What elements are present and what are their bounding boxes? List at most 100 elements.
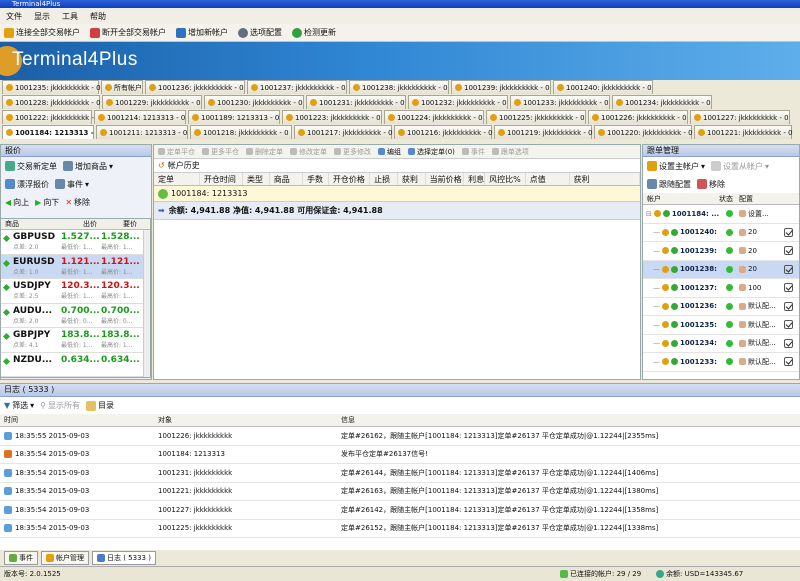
follow-enabled-checkbox[interactable] — [781, 227, 795, 237]
log-row[interactable]: 18:35:54 2015-09-03 1001221: jkkkkkkkkk 定单… — [0, 483, 800, 501]
account-tab[interactable]: 1001228: jkkkkkkkkk - 0 — [2, 95, 101, 109]
account-tab[interactable]: 1001224: jkkkkkkkkk - 0 — [384, 110, 484, 124]
orders-toolbar-item[interactable]: 选择定单(0) — [408, 147, 455, 157]
orders-column-header[interactable]: 利息 — [464, 173, 486, 185]
quote-row[interactable]: GBPUSD 点差: 2.0 1.527... 最低价: 1... 1.528... 最高… — [1, 230, 150, 255]
orders-toolbar-item[interactable]: 定单平仓 — [158, 147, 195, 157]
follow-remove-button[interactable]: 移除 — [697, 179, 725, 190]
follow-account-row[interactable]: —1001234: ... 默认配... — [643, 335, 799, 353]
follow-enabled-checkbox[interactable] — [781, 320, 795, 330]
account-tab[interactable]: 1001223: jkkkkkkkkk - 0 — [282, 110, 382, 124]
account-tab[interactable]: 1001235: jkkkkkkkkk - 0 — [2, 80, 101, 94]
remove-symbol-button[interactable]: ✕ 移除 — [65, 197, 90, 208]
orders-column-header[interactable]: 商品 — [270, 173, 303, 185]
account-tab[interactable]: 1001184: 1213313 - 0 — [2, 125, 101, 139]
orders-toolbar-item[interactable]: 修改定单 — [290, 147, 327, 157]
account-tab[interactable]: 1001217: jkkkkkkkkk - 0 — [294, 125, 393, 139]
orders-toolbar-item[interactable]: 删除定单 — [246, 147, 283, 157]
account-tab[interactable]: 1001222: jkkkkkkkkk - 0 — [2, 110, 101, 124]
move-up-button[interactable]: ◀ 向上 — [5, 197, 29, 208]
tab-log[interactable]: 日志 ( 5333 ) — [92, 551, 156, 565]
account-tab[interactable]: 1001225: jkkkkkkkkk - 0 — [486, 110, 586, 124]
follow-config[interactable]: 设置... — [739, 209, 781, 219]
account-tab[interactable]: 1001234: jkkkkkkkkk - 0 — [612, 95, 712, 109]
folder-button[interactable]: 目录 — [86, 400, 114, 411]
quote-scrollbar[interactable] — [143, 230, 150, 377]
tab-events[interactable]: 事件 — [4, 551, 38, 565]
add-symbol-button[interactable]: 增加商品 ▾ — [63, 161, 113, 172]
orders-toolbar-item[interactable]: 更多修改 — [334, 147, 371, 157]
quote-row[interactable]: GBPJPY 点差: 4.1 183.8... 最低价: 1... 183.8... 最高… — [1, 328, 150, 353]
account-tab[interactable]: 1001211: 1213313 - 0 — [96, 125, 188, 139]
check-update-button[interactable]: 检测更新 — [292, 27, 336, 38]
follow-enabled-checkbox[interactable] — [781, 301, 795, 311]
log-row[interactable]: 18:35:55 2015-09-03 1001226: jkkkkkkkkk 定单… — [0, 427, 800, 446]
account-tab[interactable]: 1001227: jkkkkkkkkk - 0 — [690, 110, 790, 124]
orders-column-header[interactable]: 风控比% — [485, 173, 526, 185]
account-group-row[interactable]: 1001184: 1213313 — [154, 186, 640, 202]
account-tab[interactable]: 1001239: jkkkkkkkkk - 0 — [451, 80, 551, 94]
menu-help[interactable]: 帮助 — [90, 11, 106, 22]
menu-view[interactable]: 显示 — [34, 11, 50, 22]
follow-enabled-checkbox[interactable] — [781, 338, 795, 348]
options-button[interactable]: 选项配置 — [238, 27, 282, 38]
log-row[interactable]: 18:35:54 2015-09-03 1001225: jkkkkkkkkk 定单… — [0, 520, 800, 538]
account-tab[interactable]: 1001221: jkkkkkkkkk - 0 — [694, 125, 793, 139]
follow-account-row[interactable]: —1001233: ... 默认配... — [643, 353, 799, 372]
account-tab[interactable]: 1001236: jkkkkkkkkk - 0 — [145, 80, 245, 94]
account-tab[interactable]: 1001219: jkkkkkkkkk - 0 — [494, 125, 593, 139]
orders-toolbar-item[interactable]: 跟单选项 — [491, 147, 529, 157]
orders-column-header[interactable]: 点值 — [526, 173, 570, 185]
account-tab[interactable]: 1001240: jkkkkkkkkk - 0 — [553, 80, 653, 94]
log-row[interactable]: 18:35:54 2015-09-03 1001227: jkkkkkkkkk 定单… — [0, 501, 800, 520]
orders-column-header[interactable]: 当前价格 — [426, 173, 465, 185]
follow-config[interactable]: 默认配... — [739, 320, 781, 330]
account-tab[interactable]: 1001218: jkkkkkkkkk - 0 — [190, 125, 292, 139]
follow-account-row[interactable]: ⊟ 1001184: ... 设置... — [643, 205, 799, 224]
quote-row[interactable]: USDJPY 点差: 2.5 120.3... 最低价: 1... 120.3... 最高… — [1, 279, 150, 304]
orders-toolbar-item[interactable]: 编组 — [378, 147, 401, 157]
orders-column-header[interactable]: 止损 — [370, 173, 398, 185]
account-tab[interactable]: 1001189: 1213313 - 0 — [188, 110, 280, 124]
account-tab[interactable]: 1001216: jkkkkkkkkk - 0 — [394, 125, 493, 139]
follow-account-row[interactable]: —1001239: ... 20 — [643, 242, 799, 261]
tab-account-management[interactable]: 帐户管理 — [41, 551, 89, 565]
account-tab[interactable]: 所有帐户 — [101, 80, 143, 94]
new-order-button[interactable]: 交易新定单 — [5, 161, 57, 172]
quote-row[interactable]: AUDU... 点差: 2.0 0.700... 最低价: 0... 0.700... 最… — [1, 304, 150, 328]
follow-account-row[interactable]: —1001236: ... 默认配... — [643, 298, 799, 316]
orders-column-header[interactable]: 开仓价格 — [329, 173, 371, 185]
orders-column-header[interactable]: 开仓时间 — [200, 173, 243, 185]
follow-enabled-checkbox[interactable] — [781, 357, 795, 367]
follow-enabled-checkbox[interactable] — [781, 264, 795, 274]
follow-config[interactable]: 100 — [739, 284, 781, 292]
account-tab[interactable]: 1001237: jkkkkkkkkk - 0 — [247, 80, 347, 94]
menu-file[interactable]: 文件 — [6, 11, 22, 22]
account-tab[interactable]: 1001229: jkkkkkkkkk - 0 — [102, 95, 202, 109]
account-tab[interactable]: 1001232: jkkkkkkkkk - 0 — [408, 95, 508, 109]
disconnect-all-button[interactable]: 断开全部交易帐户 — [90, 27, 166, 38]
follow-enabled-checkbox[interactable] — [781, 283, 795, 293]
account-tab[interactable]: 1001214: 1213313 - 0 — [94, 110, 186, 124]
events-button[interactable]: 事件 ▾ — [55, 179, 89, 190]
set-follow-account-button[interactable]: 设置从帐户 ▾ — [711, 161, 769, 172]
follow-config-button[interactable]: 跟随配置 — [647, 179, 691, 190]
log-row[interactable]: 18:35:54 2015-09-03 1001231: jkkkkkkkkk 定单… — [0, 464, 800, 483]
expand-arrow-icon[interactable]: ➡ — [158, 206, 165, 215]
follow-account-row[interactable]: —1001240: ... 20 — [643, 224, 799, 242]
follow-account-row[interactable]: —1001237: ... 100 — [643, 279, 799, 298]
follow-enabled-checkbox[interactable] — [781, 246, 795, 256]
float-quote-button[interactable]: 漂浮报价 — [5, 179, 49, 190]
account-tab[interactable]: 1001220: jkkkkkkkkk - 0 — [594, 125, 693, 139]
menu-tools[interactable]: 工具 — [62, 11, 78, 22]
follow-account-row[interactable]: —1001235: ... 默认配... — [643, 316, 799, 335]
show-all-button[interactable]: ⚲ 显示所有 — [40, 400, 80, 411]
follow-config[interactable]: 默认配... — [739, 301, 781, 311]
orders-toolbar-item[interactable]: 事件 — [461, 147, 485, 157]
account-tab[interactable]: 1001238: jkkkkkkkkk - 0 — [349, 80, 449, 94]
follow-config[interactable]: 默认配... — [739, 338, 781, 348]
orders-column-header[interactable]: 定单 — [154, 173, 200, 185]
orders-column-header[interactable]: 类型 — [243, 173, 270, 185]
account-tab[interactable]: 1001231: jkkkkkkkkk - 0 — [306, 95, 406, 109]
connect-all-button[interactable]: 连接全部交易帐户 — [4, 27, 80, 38]
